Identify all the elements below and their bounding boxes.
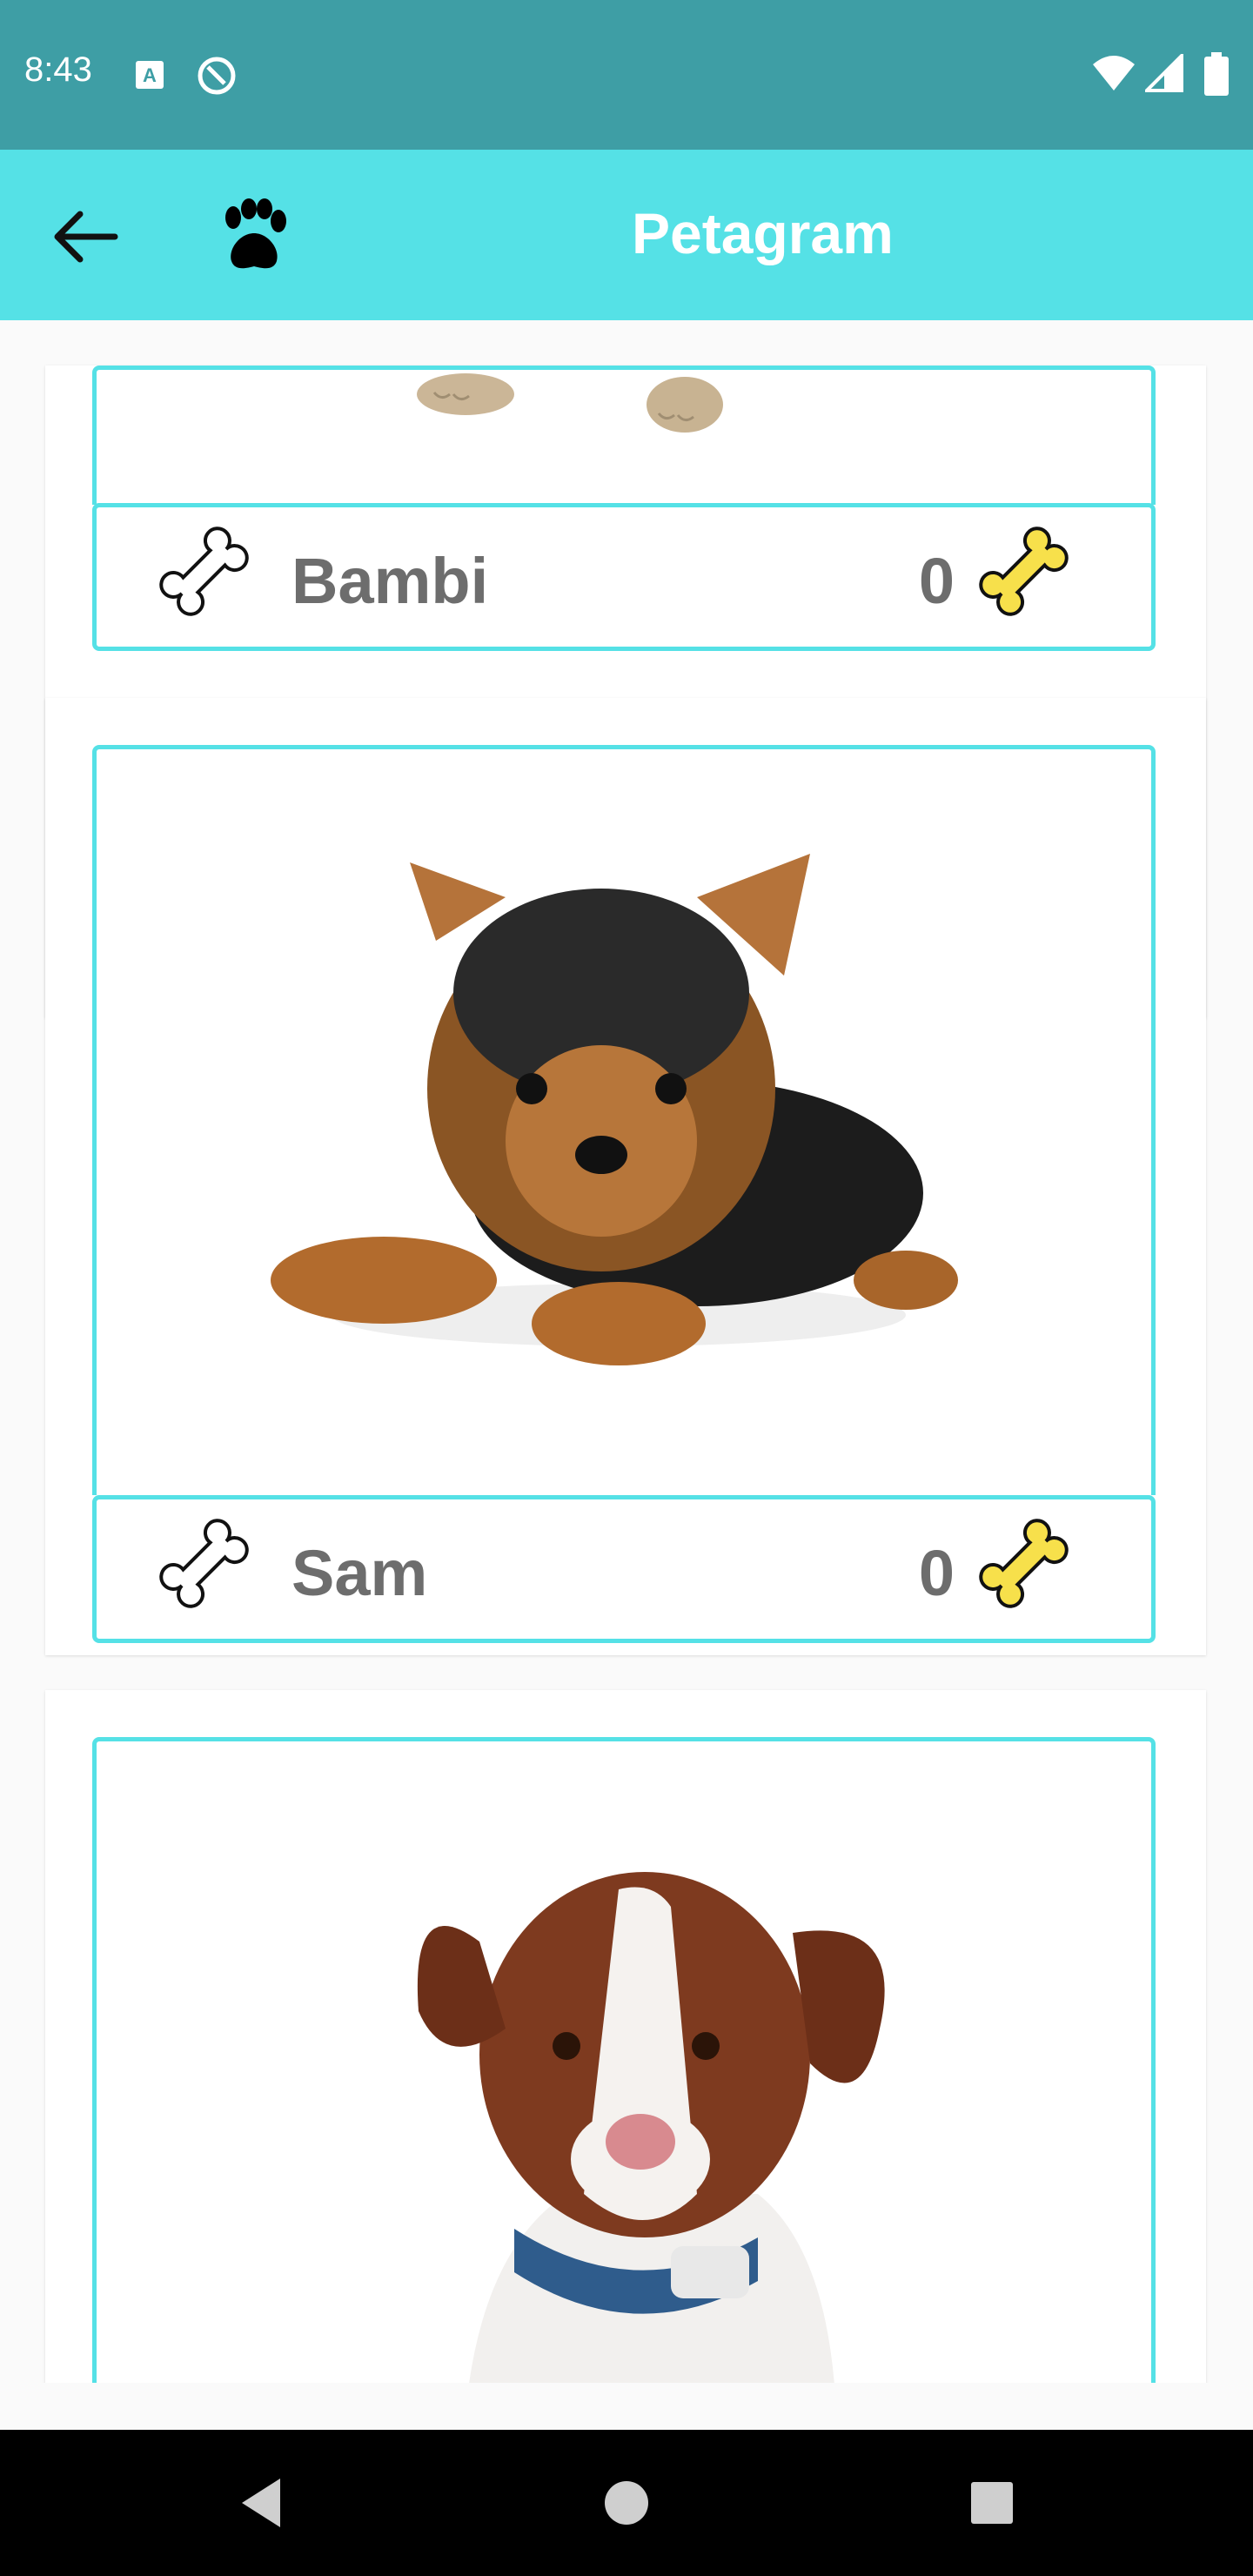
pet-photo-frame — [92, 1737, 1156, 2383]
home-circle-icon[interactable] — [597, 2473, 656, 2532]
pet-rating: 0 — [918, 1537, 955, 1609]
pet-list[interactable]: Bambi 0 Sam 0 — [0, 320, 1253, 2383]
svg-text:A: A — [143, 64, 157, 86]
recents-square-icon[interactable] — [962, 2473, 1022, 2532]
bone-outline-icon[interactable] — [157, 525, 265, 633]
pet-card-sam: Sam 0 — [45, 698, 1206, 1655]
a-icon: A — [136, 61, 164, 89]
status-bar: 8:43 A — [0, 0, 1253, 150]
pet-photo — [417, 1872, 885, 2383]
bone-yellow-icon — [979, 1519, 1069, 1608]
paw-icon — [225, 198, 286, 269]
pet-info-bar: Bambi 0 — [92, 503, 1156, 651]
pet-info-bar: Sam 0 — [92, 1495, 1156, 1643]
status-time: 8:43 — [24, 50, 92, 89]
back-triangle-icon[interactable] — [233, 2473, 292, 2532]
pet-name: Sam — [291, 1537, 428, 1609]
pet-photo — [271, 854, 958, 1365]
arrow-back-icon[interactable] — [45, 197, 125, 277]
nav-bar — [0, 2430, 1253, 2576]
pet-photo-frame — [92, 745, 1156, 1495]
sync-icon — [198, 57, 236, 95]
signal-icon — [1145, 54, 1183, 92]
pet-photo — [417, 373, 723, 433]
page-title: Petagram — [632, 201, 894, 265]
bone-outline-icon[interactable] — [157, 1517, 265, 1625]
pet-name: Bambi — [291, 545, 489, 617]
pet-card — [45, 1690, 1206, 2383]
bone-yellow-icon — [979, 527, 1069, 616]
battery-icon — [1204, 52, 1229, 96]
pet-rating: 0 — [918, 545, 955, 617]
wifi-icon — [1093, 56, 1135, 91]
app-bar: Petagram — [0, 150, 1253, 320]
pet-photo-frame — [92, 366, 1156, 505]
